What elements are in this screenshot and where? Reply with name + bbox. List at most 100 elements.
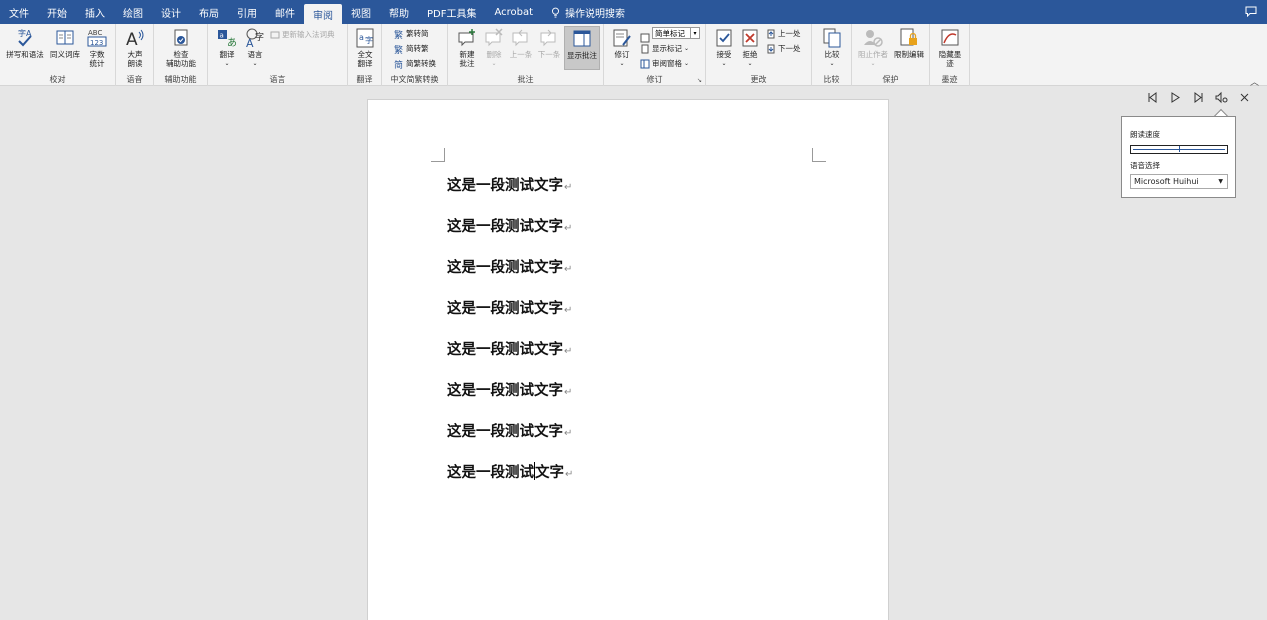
slider-thumb[interactable] <box>1179 146 1180 152</box>
markup-combo-arrow-icon: ▾ <box>690 28 699 38</box>
tracking-dialog-launcher-icon[interactable]: ↘ <box>697 77 702 84</box>
track-changes-button[interactable]: 修订 ⌄ <box>610 27 634 68</box>
menu-tab[interactable]: 绘图 <box>114 0 152 24</box>
group-language: aあ 翻译 ⌄ A字 语言 ⌄ 更新输入法词典 语言 <box>208 24 348 86</box>
track-changes-icon <box>613 29 631 47</box>
svg-text:繁: 繁 <box>394 29 403 39</box>
reject-dropdown-icon: ⌄ <box>747 60 753 67</box>
line-text: 这是一段测试文字 <box>447 301 563 317</box>
menu-tab[interactable]: 插入 <box>76 0 114 24</box>
block-authors-button[interactable]: 阻止作者 ⌄ <box>856 27 890 68</box>
compare-icon <box>823 28 841 48</box>
markup-combo[interactable]: 简单标记 ▾ <box>652 27 700 39</box>
hide-ink-icon <box>941 29 959 46</box>
previous-paragraph-button[interactable] <box>1145 90 1159 104</box>
accept-icon <box>716 29 732 47</box>
menu-tab[interactable]: 开始 <box>38 0 76 24</box>
next-comment-icon <box>540 29 556 47</box>
traditional-to-simplified-button[interactable]: 繁 繁转简 <box>394 28 429 39</box>
document-line[interactable]: 这是一段测试文字↵ <box>447 174 572 195</box>
reject-button[interactable]: 拒绝 ⌄ <box>738 27 762 68</box>
read-aloud-settings-panel: 朗读速度 语音选择 Microsoft Huihui ▼ <box>1121 116 1236 198</box>
new-comment-button[interactable]: 新建 批注 <box>454 27 480 68</box>
hide-ink-button[interactable]: 隐藏墨 迹 <box>936 27 964 68</box>
document-line[interactable]: 这是一段测试文字↵ <box>447 297 572 318</box>
document-line-caret[interactable]: 这是一段测试文字↵ <box>447 461 573 482</box>
group-label-proofing: 校对 <box>49 75 66 84</box>
voice-label: 语音选择 <box>1130 161 1160 170</box>
paragraph-mark: ↵ <box>564 223 573 234</box>
review-pane-button[interactable]: 审阅窗格 ⌄ <box>640 58 689 69</box>
accept-button[interactable]: 接受 ⌄ <box>712 27 736 68</box>
spelling-check-icon: 字A <box>18 28 32 47</box>
delete-comment-button[interactable]: 删除 ⌄ <box>482 27 506 68</box>
group-label-chinese-conversion: 中文简繁转换 <box>390 75 439 84</box>
document-line[interactable]: 这是一段测试文字↵ <box>447 215 572 236</box>
reading-speed-slider[interactable] <box>1130 145 1228 154</box>
menu-tab[interactable]: 设计 <box>152 0 190 24</box>
voice-select[interactable]: Microsoft Huihui ▼ <box>1130 174 1228 189</box>
check-accessibility-button[interactable]: 检查 辅助功能 <box>158 27 204 68</box>
translate-button[interactable]: aあ 翻译 ⌄ <box>214 27 240 68</box>
next-icon <box>1194 91 1202 103</box>
svg-text:字: 字 <box>365 35 373 45</box>
svg-text:a: a <box>359 33 364 42</box>
spelling-grammar-button[interactable]: 字A 拼写和语法 <box>4 27 46 59</box>
show-comments-button[interactable]: 显示批注 <box>564 26 600 70</box>
group-accessibility: 检查 辅助功能 辅助功能 <box>154 24 208 86</box>
previous-comment-button[interactable]: 上一条 <box>508 27 534 59</box>
menu-tab[interactable]: 帮助 <box>380 0 418 24</box>
speed-label: 朗读速度 <box>1130 130 1160 139</box>
full-text-translate-button[interactable]: a字 全文 翻译 <box>352 27 378 68</box>
show-markup-icon <box>641 44 649 53</box>
close-read-aloud-button[interactable] <box>1237 90 1251 104</box>
document-line[interactable]: 这是一段测试文字↵ <box>447 256 572 277</box>
group-label-translate: 翻译 <box>356 75 373 84</box>
comments-icon[interactable] <box>1245 6 1257 17</box>
show-markup-dropdown-icon: ⌄ <box>684 45 690 52</box>
collapse-ribbon-icon[interactable]: ︿ <box>1250 75 1259 88</box>
next-change-button[interactable]: 下一处 <box>766 43 801 54</box>
paragraph-mark: ↵ <box>564 387 573 398</box>
language-button[interactable]: A字 语言 ⌄ <box>242 27 268 68</box>
menu-tab[interactable]: 引用 <box>228 0 266 24</box>
restrict-editing-button[interactable]: 限制编辑 <box>892 27 926 59</box>
tell-me-search[interactable]: 操作说明搜索 <box>542 5 625 20</box>
compare-dropdown-icon: ⌄ <box>829 60 835 67</box>
text-before-caret: 这是一段测试 <box>447 465 534 481</box>
document-line[interactable]: 这是一段测试文字↵ <box>447 338 572 359</box>
menu-tab[interactable]: 布局 <box>190 0 228 24</box>
previous-change-button[interactable]: 上一处 <box>766 28 801 39</box>
menu-tab[interactable]: 视图 <box>342 0 380 24</box>
next-change-icon <box>767 44 775 53</box>
lock-document-icon <box>900 28 917 46</box>
document-page[interactable]: 这是一段测试文字↵ 这是一段测试文字↵ 这是一段测试文字↵ 这是一段测试文字↵ 这是一段… <box>367 99 889 620</box>
compare-button[interactable]: 比较 ⌄ <box>820 27 844 68</box>
menu-tab[interactable]: 文件 <box>0 0 38 24</box>
menu-tab[interactable]: Acrobat <box>485 0 542 24</box>
svg-text:123: 123 <box>90 39 103 47</box>
read-aloud-settings-button[interactable] <box>1214 90 1228 104</box>
accept-dropdown-icon: ⌄ <box>721 60 727 67</box>
word-count-button[interactable]: ABC 123 字数 统计 <box>84 27 110 68</box>
thesaurus-button[interactable]: 同义词库 <box>48 27 82 59</box>
delete-dropdown-icon: ⌄ <box>491 60 497 67</box>
menu-tab[interactable]: PDF工具集 <box>418 0 485 24</box>
document-line[interactable]: 这是一段测试文字↵ <box>447 379 572 400</box>
next-comment-button[interactable]: 下一条 <box>536 27 562 59</box>
menu-tab[interactable]: 审阅 <box>304 4 342 24</box>
document-line[interactable]: 这是一段测试文字↵ <box>447 420 572 441</box>
play-button[interactable] <box>1168 90 1182 104</box>
update-ime-dictionary-button[interactable]: 更新输入法词典 <box>270 29 335 40</box>
menu-tab[interactable]: 邮件 <box>266 0 304 24</box>
chinese-conversion-button[interactable]: 简 简繁转换 <box>394 58 436 69</box>
next-paragraph-button[interactable] <box>1191 90 1205 104</box>
svg-text:A: A <box>126 30 138 49</box>
read-aloud-button[interactable]: A 大声 朗读 <box>122 27 148 68</box>
accessibility-check-icon <box>174 29 188 46</box>
show-markup-button[interactable]: 显示标记 ⌄ <box>640 43 689 54</box>
simplified-to-traditional-button[interactable]: 繁 简转繁 <box>394 43 429 54</box>
lightbulb-icon <box>552 7 560 18</box>
paragraph-mark: ↵ <box>564 346 573 357</box>
group-label-compare: 比较 <box>823 75 840 84</box>
